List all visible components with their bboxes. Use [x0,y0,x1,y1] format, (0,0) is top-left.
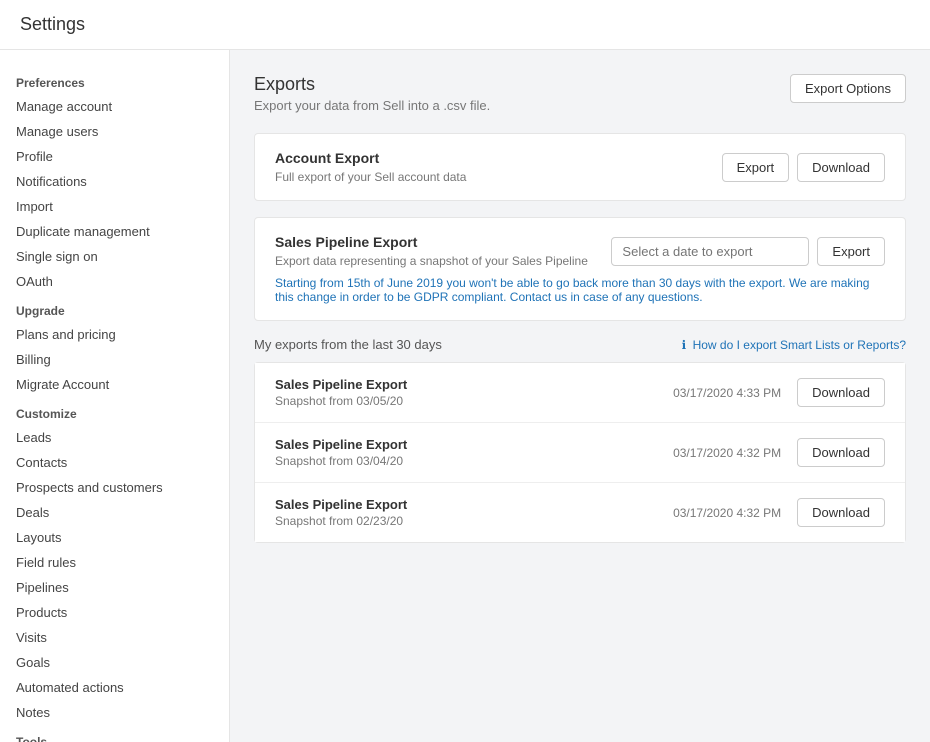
sidebar-item-visits[interactable]: Visits [0,625,229,650]
exports-list: Sales Pipeline Export Snapshot from 03/0… [254,362,906,543]
sidebar-item-oauth[interactable]: OAuth [0,269,229,294]
export-row: Sales Pipeline Export Snapshot from 03/0… [255,423,905,483]
sales-pipeline-title: Sales Pipeline Export [275,234,588,250]
content-subtitle: Export your data from Sell into a .csv f… [254,98,490,113]
export-row: Sales Pipeline Export Snapshot from 03/0… [255,363,905,423]
info-icon: ℹ [682,338,687,352]
how-to-export-link[interactable]: ℹ How do I export Smart Lists or Reports… [682,338,906,352]
exports-header: My exports from the last 30 days ℹ How d… [254,337,906,352]
sales-pipeline-info: Sales Pipeline Export Export data repres… [275,234,588,268]
account-export-card: Account Export Full export of your Sell … [254,133,906,201]
sidebar-item-billing[interactable]: Billing [0,347,229,372]
sidebar-section-tools: Tools [0,725,229,742]
sidebar-item-profile[interactable]: Profile [0,144,229,169]
sidebar-item-duplicate-management[interactable]: Duplicate management [0,219,229,244]
sales-pipeline-desc: Export data representing a snapshot of y… [275,254,588,268]
sidebar-item-prospects-and-customers[interactable]: Prospects and customers [0,475,229,500]
export-row-right-2: 03/17/2020 4:32 PM Download [673,438,885,467]
sidebar-item-notifications[interactable]: Notifications [0,169,229,194]
download-button-3[interactable]: Download [797,498,885,527]
my-exports-label: My exports from the last 30 days [254,337,442,352]
export-date-1: 03/17/2020 4:33 PM [673,386,781,400]
export-options-button[interactable]: Export Options [790,74,906,103]
sidebar-item-contacts[interactable]: Contacts [0,450,229,475]
content-title: Exports [254,74,490,95]
sidebar-section-preferences: Preferences [0,66,229,94]
contact-us-link[interactable]: Contact us in case of any questions. [510,290,703,304]
export-row-right-1: 03/17/2020 4:33 PM Download [673,378,885,407]
sidebar-item-manage-account[interactable]: Manage account [0,94,229,119]
account-export-actions: Export Download [722,153,885,182]
account-export-row: Account Export Full export of your Sell … [275,150,885,184]
content-header: Exports Export your data from Sell into … [254,74,906,113]
sidebar-item-deals[interactable]: Deals [0,500,229,525]
export-row-info-1: Sales Pipeline Export Snapshot from 03/0… [275,377,407,408]
sidebar-item-manage-users[interactable]: Manage users [0,119,229,144]
sidebar-item-leads[interactable]: Leads [0,425,229,450]
export-row-info-3: Sales Pipeline Export Snapshot from 02/2… [275,497,407,528]
sidebar-item-layouts[interactable]: Layouts [0,525,229,550]
export-date-2: 03/17/2020 4:32 PM [673,446,781,460]
sales-pipeline-export-card: Sales Pipeline Export Export data repres… [254,217,906,321]
export-date-3: 03/17/2020 4:32 PM [673,506,781,520]
main-content: Exports Export your data from Sell into … [230,50,930,742]
export-row-sub-3: Snapshot from 02/23/20 [275,514,407,528]
export-row-sub-1: Snapshot from 03/05/20 [275,394,407,408]
export-row: Sales Pipeline Export Snapshot from 02/2… [255,483,905,542]
date-select-input[interactable] [611,237,809,266]
sidebar-item-field-rules[interactable]: Field rules [0,550,229,575]
exports-section: My exports from the last 30 days ℹ How d… [254,337,906,543]
sidebar-item-plans-and-pricing[interactable]: Plans and pricing [0,322,229,347]
sidebar-item-pipelines[interactable]: Pipelines [0,575,229,600]
sidebar-item-import[interactable]: Import [0,194,229,219]
export-row-sub-2: Snapshot from 03/04/20 [275,454,407,468]
sidebar-section-customize: Customize [0,397,229,425]
export-row-right-3: 03/17/2020 4:32 PM Download [673,498,885,527]
account-export-button[interactable]: Export [722,153,790,182]
download-button-1[interactable]: Download [797,378,885,407]
sidebar-item-notes[interactable]: Notes [0,700,229,725]
sales-pipeline-actions: Export [611,237,885,266]
sidebar-item-automated-actions[interactable]: Automated actions [0,675,229,700]
export-row-title-1: Sales Pipeline Export [275,377,407,392]
sales-pipeline-export-button[interactable]: Export [817,237,885,266]
account-download-button[interactable]: Download [797,153,885,182]
export-row-title-3: Sales Pipeline Export [275,497,407,512]
account-export-info: Account Export Full export of your Sell … [275,150,466,184]
page-title: Settings [0,0,930,50]
sales-pipeline-export-card-body: Sales Pipeline Export Export data repres… [255,218,905,320]
sidebar-item-migrate-account[interactable]: Migrate Account [0,372,229,397]
content-titles: Exports Export your data from Sell into … [254,74,490,113]
sidebar-section-upgrade: Upgrade [0,294,229,322]
download-button-2[interactable]: Download [797,438,885,467]
sidebar-item-goals[interactable]: Goals [0,650,229,675]
sales-pipeline-notice: Starting from 15th of June 2019 you won'… [275,276,885,304]
export-row-info-2: Sales Pipeline Export Snapshot from 03/0… [275,437,407,468]
sidebar: Preferences Manage account Manage users … [0,50,230,742]
account-export-card-body: Account Export Full export of your Sell … [255,134,905,200]
account-export-desc: Full export of your Sell account data [275,170,466,184]
sales-pipeline-export-row: Sales Pipeline Export Export data repres… [275,234,885,268]
sidebar-item-single-sign-on[interactable]: Single sign on [0,244,229,269]
sidebar-item-products[interactable]: Products [0,600,229,625]
export-row-title-2: Sales Pipeline Export [275,437,407,452]
account-export-title: Account Export [275,150,466,166]
